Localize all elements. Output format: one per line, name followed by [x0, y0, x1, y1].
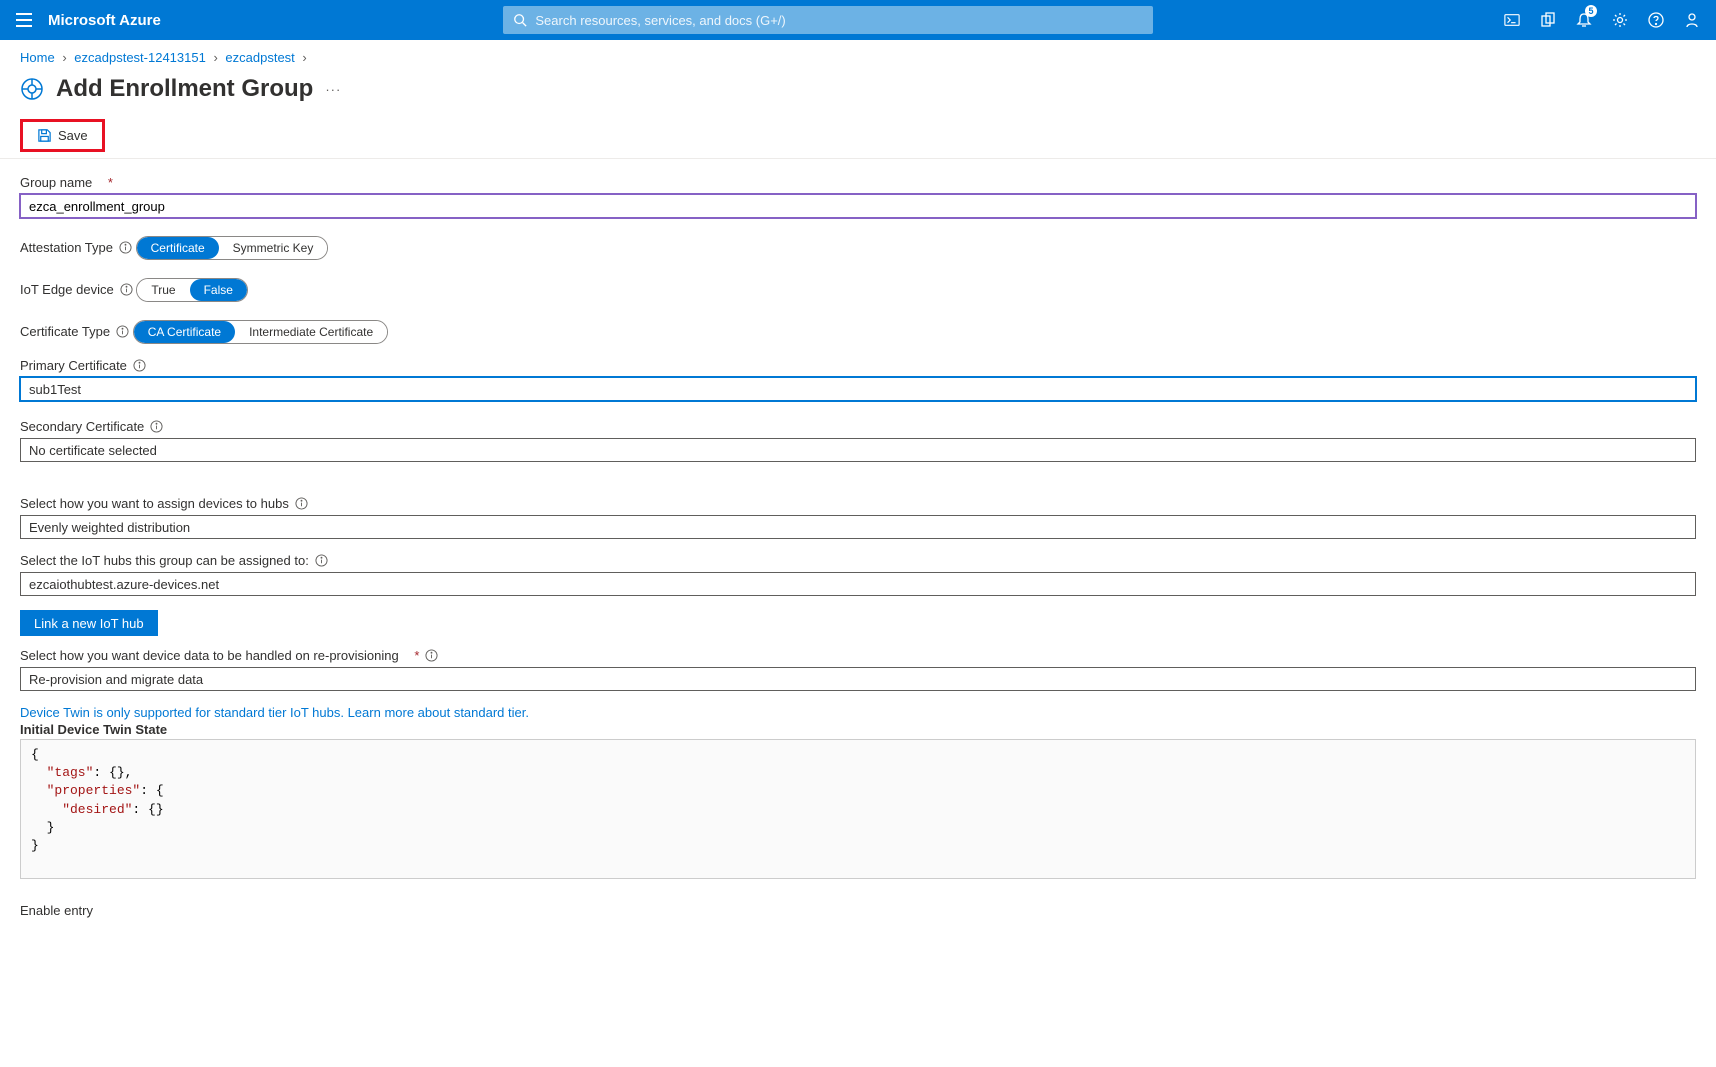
breadcrumb-sep: › [62, 50, 66, 65]
search-box[interactable] [503, 6, 1153, 34]
page-title: Add Enrollment Group [56, 75, 313, 103]
breadcrumb-link[interactable]: ezcadpstest [225, 50, 294, 65]
directories-icon[interactable] [1532, 0, 1564, 40]
hamburger-icon [16, 13, 32, 27]
assign-hubs-select[interactable]: Evenly weighted distribution [20, 515, 1696, 539]
field-enable-entry: Enable entry [20, 903, 1696, 922]
title-row: Add Enrollment Group ··· [0, 69, 1716, 115]
top-icons: 5 [1496, 0, 1708, 40]
info-icon[interactable] [133, 359, 146, 372]
info-icon[interactable] [116, 325, 129, 338]
info-icon[interactable] [315, 554, 328, 567]
help-icon[interactable] [1640, 0, 1672, 40]
iot-edge-false[interactable]: False [190, 279, 247, 301]
iot-edge-toggle: True False [136, 278, 248, 302]
feedback-icon[interactable] [1676, 0, 1708, 40]
group-name-label: Group name * [20, 175, 113, 190]
secondary-cert-label: Secondary Certificate [20, 419, 163, 434]
field-cert-type: Certificate Type CA Certificate Intermed… [20, 320, 1696, 344]
reprovision-select[interactable]: Re-provision and migrate data [20, 667, 1696, 691]
iot-hubs-label: Select the IoT hubs this group can be as… [20, 553, 328, 568]
attestation-symmetric-key[interactable]: Symmetric Key [219, 237, 328, 259]
info-icon[interactable] [119, 241, 132, 254]
breadcrumb-link[interactable]: Home [20, 50, 55, 65]
device-twin-hint: Device Twin is only supported for standa… [20, 705, 1696, 720]
breadcrumb-sep: › [302, 50, 306, 65]
enable-entry-label: Enable entry [20, 903, 93, 918]
more-button[interactable]: ··· [325, 82, 341, 97]
primary-cert-select[interactable]: sub1Test [20, 377, 1696, 401]
menu-toggle[interactable] [8, 0, 40, 40]
save-button[interactable]: Save [31, 124, 94, 147]
save-highlight: Save [20, 119, 105, 152]
attestation-toggle: Certificate Symmetric Key [136, 236, 329, 260]
field-assign-hubs: Select how you want to assign devices to… [20, 496, 1696, 539]
field-group-name: Group name * [20, 175, 1696, 218]
breadcrumb: Home › ezcadpstest-12413151 › ezcadpstes… [0, 40, 1716, 69]
assign-hubs-label: Select how you want to assign devices to… [20, 496, 308, 511]
field-primary-cert: Primary Certificate sub1Test [20, 358, 1696, 401]
reprovision-label: Select how you want device data to be ha… [20, 648, 438, 663]
field-attestation-type: Attestation Type Certificate Symmetric K… [20, 236, 1696, 260]
cert-type-label: Certificate Type [20, 324, 129, 339]
cert-type-toggle: CA Certificate Intermediate Certificate [133, 320, 388, 344]
save-label: Save [58, 128, 88, 143]
field-secondary-cert: Secondary Certificate No certificate sel… [20, 419, 1696, 462]
breadcrumb-sep: › [213, 50, 217, 65]
device-twin-editor[interactable]: { "tags": {}, "properties": { "desired":… [20, 739, 1696, 879]
group-name-input[interactable] [20, 194, 1696, 218]
link-hub-row: Link a new IoT hub [20, 610, 1696, 636]
attestation-certificate[interactable]: Certificate [137, 237, 219, 259]
search-input[interactable] [535, 13, 1143, 28]
info-icon[interactable] [120, 283, 133, 296]
field-iot-hubs: Select the IoT hubs this group can be as… [20, 553, 1696, 596]
link-new-iot-hub-button[interactable]: Link a new IoT hub [20, 610, 158, 636]
primary-cert-label: Primary Certificate [20, 358, 146, 373]
field-iot-edge: IoT Edge device True False [20, 278, 1696, 302]
info-icon[interactable] [425, 649, 438, 662]
brand[interactable]: Microsoft Azure [48, 12, 161, 29]
notifications-icon[interactable]: 5 [1568, 0, 1600, 40]
iot-edge-label: IoT Edge device [20, 282, 133, 297]
form: Group name * Attestation Type Certificat… [0, 159, 1716, 980]
field-reprovision: Select how you want device data to be ha… [20, 648, 1696, 691]
secondary-cert-select[interactable]: No certificate selected [20, 438, 1696, 462]
cert-type-ca[interactable]: CA Certificate [134, 321, 235, 343]
iot-edge-true[interactable]: True [137, 279, 189, 301]
info-icon[interactable] [295, 497, 308, 510]
topbar: Microsoft Azure 5 [0, 0, 1716, 40]
device-twin-header: Initial Device Twin State [20, 722, 1696, 737]
notification-badge: 5 [1585, 5, 1597, 17]
iot-hubs-select[interactable]: ezcaiothubtest.azure-devices.net [20, 572, 1696, 596]
command-bar: Save [0, 115, 1716, 159]
settings-icon[interactable] [1604, 0, 1636, 40]
search-icon [513, 13, 527, 27]
cert-type-intermediate[interactable]: Intermediate Certificate [235, 321, 387, 343]
search-container [161, 6, 1496, 34]
attestation-type-label: Attestation Type [20, 240, 132, 255]
save-icon [37, 128, 52, 143]
breadcrumb-link[interactable]: ezcadpstest-12413151 [74, 50, 206, 65]
info-icon[interactable] [150, 420, 163, 433]
cloud-shell-icon[interactable] [1496, 0, 1528, 40]
page-icon [20, 77, 44, 101]
learn-more-link[interactable]: Learn more about standard tier. [348, 705, 529, 720]
